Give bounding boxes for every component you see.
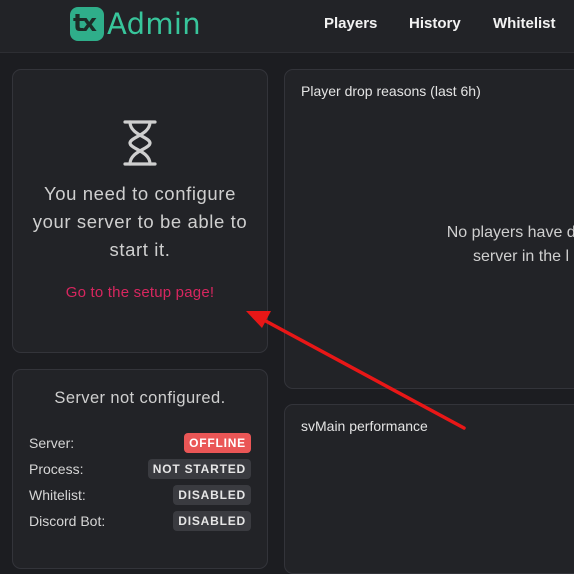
txadmin-logo[interactable]: tx Admin [70,6,201,42]
empty-state-message: No players have disc server in the l [411,221,574,269]
setup-message: You need to configure your server to be … [32,183,248,260]
status-row-process: Process: NOT STARTED [29,459,251,479]
top-navbar: tx Admin Players History Whitelist [0,0,574,53]
status-badge: OFFLINE [184,433,251,453]
status-row-server: Server: OFFLINE [29,433,251,453]
empty-state-line: server in the l [472,248,570,265]
status-row-discord-bot: Discord Bot: DISABLED [29,511,251,531]
nav-whitelist[interactable]: Whitelist [493,15,556,32]
status-label: Whitelist: [29,487,86,503]
card-title: Player drop reasons (last 6h) [301,83,481,99]
status-badge: DISABLED [173,511,251,531]
logo-mark: tx [73,9,97,37]
logo-text: Admin [107,7,201,41]
status-label: Server: [29,435,75,451]
logo-badge-icon: tx [70,7,104,41]
nav-history[interactable]: History [409,15,461,32]
setup-card: You need to configure your server to be … [12,69,268,353]
performance-card: svMain performance [284,404,574,574]
status-badge: DISABLED [173,485,251,505]
setup-page-link[interactable]: Go to the setup page! [13,284,267,301]
status-title: Server not configured. [54,389,226,407]
card-title: svMain performance [301,418,428,434]
status-badge: NOT STARTED [147,459,251,479]
status-label: Discord Bot: [29,513,106,529]
status-row-whitelist: Whitelist: DISABLED [29,485,251,505]
status-label: Process: [29,461,84,477]
empty-state-line: No players have disc [446,224,574,241]
hourglass-icon [123,120,157,166]
nav-players[interactable]: Players [324,15,377,32]
server-status-card: Server not configured. Server: OFFLINE P… [12,369,268,569]
player-drops-card: Player drop reasons (last 6h) No players… [284,69,574,389]
